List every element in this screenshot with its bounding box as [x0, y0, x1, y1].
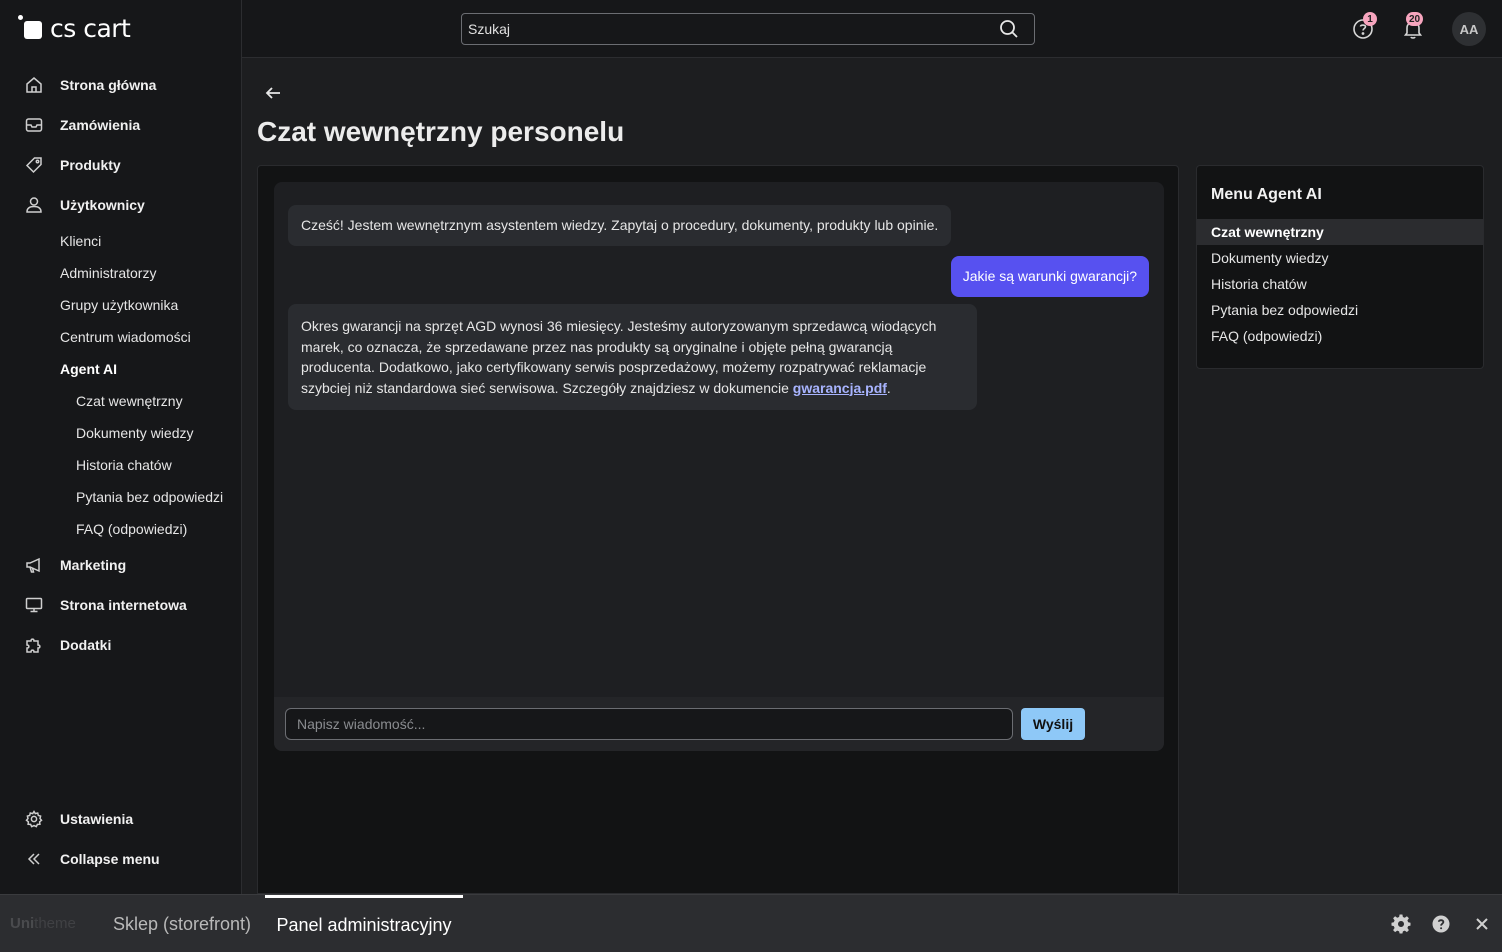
megaphone-icon	[24, 555, 44, 575]
cs-cart-logo[interactable]: cs cart	[18, 12, 131, 44]
agent-ai-menu-list: Czat wewnętrzny Dokumenty wiedzy Histori…	[1197, 219, 1483, 349]
sidebar-subitem-chat-history[interactable]: Historia chatów	[0, 449, 241, 481]
ai-menu-item-unanswered[interactable]: Pytania bez odpowiedzi	[1197, 297, 1483, 323]
unitheme-logo: Unitheme	[10, 915, 76, 932]
chat-message-bot: Okres gwarancji na sprzęt AGD wynosi 36 …	[288, 304, 977, 410]
document-link[interactable]: gwarancja.pdf	[793, 380, 887, 396]
sidebar-item-label: Użytkownicy	[60, 197, 145, 213]
logo-text: cs cart	[50, 13, 131, 43]
sidebar-subitem-customers[interactable]: Klienci	[0, 225, 241, 257]
sidebar-item-addons[interactable]: Dodatki	[0, 625, 241, 665]
sidebar-item-label: Zamówienia	[60, 117, 141, 133]
ai-menu-item-knowledge-docs[interactable]: Dokumenty wiedzy	[1197, 245, 1483, 271]
topbar: 1 20 AA	[242, 0, 1502, 58]
back-button[interactable]	[262, 82, 284, 104]
sidebar-item-label: Marketing	[60, 557, 127, 573]
tag-icon	[24, 155, 44, 175]
agent-ai-menu-title: Menu Agent AI	[1211, 186, 1322, 203]
sidebar-item-label: Produkty	[60, 157, 121, 173]
sidebar-item-label: Ustawienia	[60, 811, 134, 827]
chevrons-left-icon	[24, 849, 44, 869]
help-badge: 1	[1363, 12, 1377, 26]
settings-gear-icon[interactable]	[1391, 914, 1411, 934]
sidebar-subitem-internal-chat[interactable]: Czat wewnętrzny	[0, 385, 241, 417]
chat-message-bot: Cześć! Jestem wewnętrznym asystentem wie…	[288, 205, 952, 246]
sidebar-subitem-agent-ai[interactable]: Agent AI	[0, 353, 241, 385]
ai-menu-item-faq[interactable]: FAQ (odpowiedzi)	[1197, 323, 1483, 349]
avatar[interactable]: AA	[1452, 12, 1486, 46]
page-title: Czat wewnętrzny personelu	[257, 116, 625, 147]
user-icon	[24, 195, 44, 215]
chat-message-user: Jakie są warunki gwarancji?	[950, 256, 1149, 297]
message-text: Cześć! Jestem wewnętrznym asystentem wie…	[301, 217, 939, 233]
agent-ai-menu: Menu Agent AI Czat wewnętrzny Dokumenty …	[1196, 165, 1484, 369]
search-box	[461, 13, 1035, 45]
sidebar-subitem-knowledge-docs[interactable]: Dokumenty wiedzy	[0, 417, 241, 449]
message-input[interactable]	[285, 708, 1013, 740]
message-suffix: .	[886, 379, 891, 396]
message-text: Jakie są warunki gwarancji?	[962, 268, 1137, 284]
sidebar-item-users[interactable]: Użytkownicy	[0, 185, 241, 225]
ai-menu-item-internal-chat[interactable]: Czat wewnętrzny	[1197, 219, 1483, 245]
sidebar-subitem-unanswered[interactable]: Pytania bez odpowiedzi	[0, 481, 241, 513]
sidebar-subitem-faq[interactable]: FAQ (odpowiedzi)	[0, 513, 241, 545]
puzzle-icon	[24, 635, 44, 655]
collapse-menu-button[interactable]: Collapse menu	[0, 839, 241, 879]
tab-storefront[interactable]: Sklep (storefront)	[113, 895, 251, 952]
sidebar-bottom: Ustawienia Collapse menu	[0, 799, 241, 879]
sidebar-item-marketing[interactable]: Marketing	[0, 545, 241, 585]
notifications-badge: 20	[1406, 12, 1424, 26]
sidebar-item-orders[interactable]: Zamówienia	[0, 105, 241, 145]
sidebar-subitem-message-center[interactable]: Centrum wiadomości	[0, 321, 241, 353]
home-icon	[24, 75, 44, 95]
main-panel: Cześć! Jestem wewnętrznym asystentem wie…	[257, 165, 1179, 894]
gear-icon	[24, 809, 44, 829]
sidebar-item-label: Dodatki	[60, 637, 112, 653]
help-button[interactable]: 1	[1350, 12, 1377, 42]
sidebar: cs cart Strona główna Zamówienia Produkt…	[0, 0, 242, 894]
sidebar-item-website[interactable]: Strona internetowa	[0, 585, 241, 625]
chat-input-bar: Wyślij	[274, 697, 1164, 751]
arrow-left-icon	[262, 82, 284, 104]
notifications-button[interactable]: 20	[1400, 12, 1426, 42]
sidebar-item-label: Strona główna	[60, 77, 157, 93]
sidebar-item-home[interactable]: Strona główna	[0, 65, 241, 105]
bottom-bar: Unitheme Sklep (storefront) Panel admini…	[0, 894, 1502, 952]
search-input[interactable]	[468, 21, 998, 37]
inbox-icon	[24, 115, 44, 135]
ai-menu-item-chat-history[interactable]: Historia chatów	[1197, 271, 1483, 297]
sidebar-nav: Strona główna Zamówienia Produkty Użytko…	[0, 65, 241, 665]
sidebar-item-label: Strona internetowa	[60, 597, 187, 613]
tab-admin-panel[interactable]: Panel administracyjny	[265, 895, 463, 952]
send-button[interactable]: Wyślij	[1021, 708, 1085, 740]
sidebar-item-products[interactable]: Produkty	[0, 145, 241, 185]
cs-cart-logo-icon	[18, 15, 44, 41]
monitor-icon	[24, 595, 44, 615]
search-icon[interactable]	[998, 18, 1020, 40]
close-icon[interactable]	[1472, 914, 1492, 934]
help-circle-icon[interactable]	[1431, 914, 1451, 934]
sidebar-subitem-administrators[interactable]: Administratorzy	[0, 257, 241, 289]
chat-window: Cześć! Jestem wewnętrznym asystentem wie…	[274, 182, 1164, 751]
sidebar-item-label: Collapse menu	[60, 851, 160, 867]
sidebar-item-settings[interactable]: Ustawienia	[0, 799, 241, 839]
sidebar-subitem-user-groups[interactable]: Grupy użytkownika	[0, 289, 241, 321]
